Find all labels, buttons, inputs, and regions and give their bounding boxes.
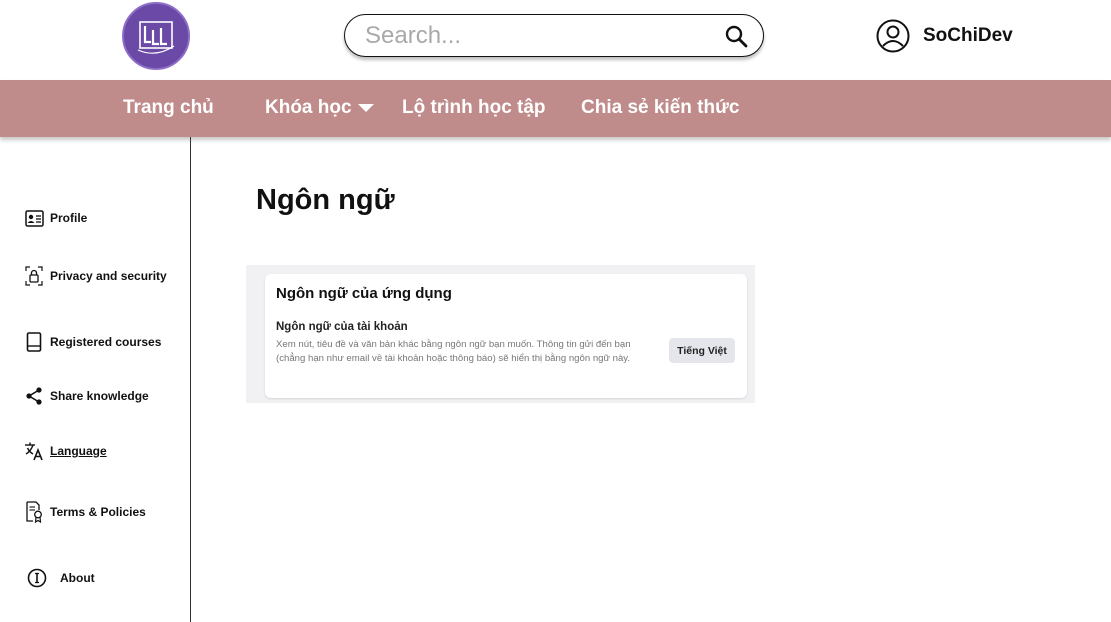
user-account[interactable]: SoChiDev [876, 18, 1013, 54]
sidebar-item-language[interactable]: Language [24, 440, 107, 462]
lock-icon [24, 265, 44, 287]
sidebar-item-label: Terms & Policies [50, 505, 146, 519]
info-icon [27, 567, 47, 589]
main-nav: Trang chủ Khóa học Lộ trình học tập Chia… [0, 80, 1111, 137]
user-name: SoChiDev [923, 25, 1013, 46]
sidebar-item-label: Share knowledge [50, 389, 149, 403]
sidebar: Profile Privacy and security Registered … [0, 137, 191, 622]
nav-item-label: Chia sẻ kiến thức [581, 97, 740, 118]
translate-icon [24, 440, 44, 462]
search-icon[interactable] [723, 23, 749, 49]
user-circle-icon [876, 19, 910, 53]
id-card-icon [24, 207, 44, 229]
sidebar-item-registered-courses[interactable]: Registered courses [24, 331, 161, 353]
sidebar-item-label: About [60, 571, 95, 585]
sidebar-item-privacy[interactable]: Privacy and security [24, 265, 167, 287]
nav-item-label: Lộ trình học tập [402, 97, 546, 118]
brand-logo-icon [137, 21, 175, 54]
sidebar-item-profile[interactable]: Profile [24, 207, 87, 229]
brand-logo[interactable] [122, 2, 190, 70]
search-input[interactable] [365, 21, 723, 50]
sidebar-item-about[interactable]: About [27, 567, 95, 589]
header: SoChiDev [0, 0, 1111, 80]
sidebar-item-label: Privacy and security [50, 269, 167, 283]
sidebar-item-label: Registered courses [50, 335, 162, 349]
nav-item-courses[interactable]: Khóa học [265, 97, 374, 119]
book-icon [24, 331, 44, 353]
card-title: Ngôn ngữ của ứng dụng [276, 285, 452, 302]
search-bar [344, 14, 764, 57]
nav-item-learning-path[interactable]: Lộ trình học tập [402, 97, 546, 119]
nav-item-label: Khóa học [265, 97, 352, 118]
nav-item-share-knowledge[interactable]: Chia sẻ kiến thức [581, 97, 739, 119]
account-language-description: Xem nút, tiêu đề và văn bản khác bằng ng… [276, 339, 631, 364]
language-settings-card: Ngôn ngữ của ứng dụng Ngôn ngữ của tài k… [265, 274, 747, 398]
sidebar-item-label: Language [50, 444, 107, 458]
document-badge-icon [24, 501, 44, 523]
nav-item-home[interactable]: Trang chủ [123, 97, 214, 119]
sidebar-item-terms[interactable]: Terms & Policies [24, 501, 146, 523]
share-icon [24, 385, 44, 407]
chevron-down-icon [357, 103, 374, 112]
sidebar-item-label: Profile [50, 211, 88, 225]
page-title: Ngôn ngữ [256, 184, 395, 216]
sidebar-item-share-knowledge[interactable]: Share knowledge [24, 385, 149, 407]
language-select-button[interactable]: Tiếng Việt [669, 338, 735, 363]
account-language-label: Ngôn ngữ của tài khoản [276, 321, 408, 333]
nav-item-label: Trang chủ [123, 97, 214, 118]
